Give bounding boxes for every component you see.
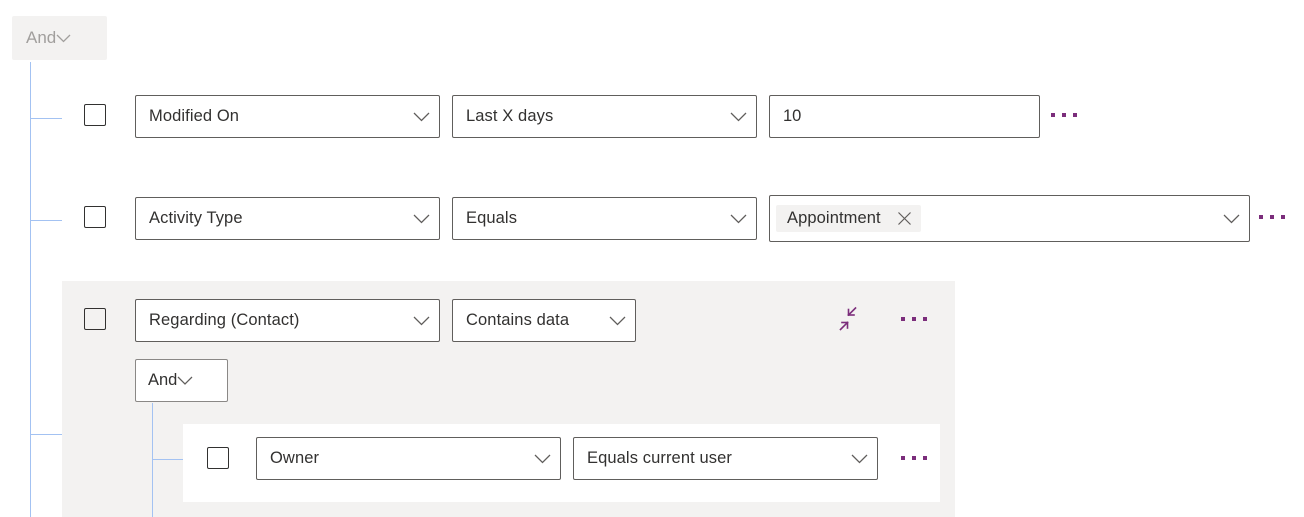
operator-dropdown-label: Equals: [466, 210, 722, 227]
root-operator-dropdown[interactable]: And: [12, 16, 107, 60]
group-field-dropdown-label: Regarding (Contact): [149, 312, 405, 329]
row-more-button[interactable]: [1051, 113, 1077, 117]
multiselect-tag-list: Appointment: [776, 205, 1215, 232]
group-operator-dropdown-label: Contains data: [466, 312, 601, 329]
chevron-down-icon: [730, 214, 747, 224]
row-checkbox[interactable]: [84, 206, 106, 228]
chevron-down-icon: [413, 214, 430, 224]
group-field-dropdown[interactable]: Regarding (Contact): [135, 299, 440, 342]
field-dropdown-label: Activity Type: [149, 210, 405, 227]
chevron-down-icon: [56, 34, 71, 43]
value-input-text: 10: [783, 108, 801, 125]
chevron-down-icon: [413, 316, 430, 326]
selected-tag[interactable]: Appointment: [776, 205, 921, 232]
group-more-button[interactable]: [901, 317, 927, 321]
nested-field-dropdown-label: Owner: [270, 450, 526, 467]
row-checkbox[interactable]: [84, 104, 106, 126]
group-operator-pill[interactable]: And: [135, 359, 228, 402]
group-operator-dropdown[interactable]: Contains data: [452, 299, 636, 342]
nested-field-dropdown[interactable]: Owner: [256, 437, 561, 480]
connector-branch-row-1: [30, 118, 62, 119]
chevron-down-icon: [851, 454, 868, 464]
field-dropdown[interactable]: Activity Type: [135, 197, 440, 240]
nested-row-checkbox[interactable]: [207, 447, 229, 469]
chevron-down-icon: [730, 112, 747, 122]
nested-operator-dropdown[interactable]: Equals current user: [573, 437, 878, 480]
collapse-icon[interactable]: [836, 304, 866, 334]
chevron-down-icon: [534, 454, 551, 464]
connector-branch-group: [30, 434, 62, 435]
group-operator-pill-label: And: [148, 371, 177, 390]
selected-tag-label: Appointment: [787, 210, 881, 227]
connector-trunk-group: [152, 403, 153, 517]
operator-dropdown[interactable]: Last X days: [452, 95, 757, 138]
field-dropdown[interactable]: Modified On: [135, 95, 440, 138]
chevron-down-icon: [1223, 214, 1240, 224]
chevron-down-icon: [413, 112, 430, 122]
root-operator-label: And: [26, 28, 56, 48]
close-icon[interactable]: [897, 211, 912, 226]
row-more-button[interactable]: [1259, 215, 1285, 219]
chevron-down-icon: [177, 376, 193, 385]
value-multiselect[interactable]: Appointment: [769, 195, 1250, 242]
value-input[interactable]: 10: [769, 95, 1040, 138]
filter-builder-canvas: And Modified On Last X days 10 Activity …: [0, 0, 1304, 517]
nested-row-more-button[interactable]: [901, 456, 927, 460]
connector-branch-row-2: [30, 220, 62, 221]
connector-branch-child-1: [152, 459, 184, 460]
nested-operator-dropdown-label: Equals current user: [587, 450, 843, 467]
chevron-down-icon: [609, 316, 626, 326]
operator-dropdown-label: Last X days: [466, 108, 722, 125]
group-checkbox[interactable]: [84, 308, 106, 330]
operator-dropdown[interactable]: Equals: [452, 197, 757, 240]
field-dropdown-label: Modified On: [149, 108, 405, 125]
connector-trunk-root: [30, 62, 31, 517]
